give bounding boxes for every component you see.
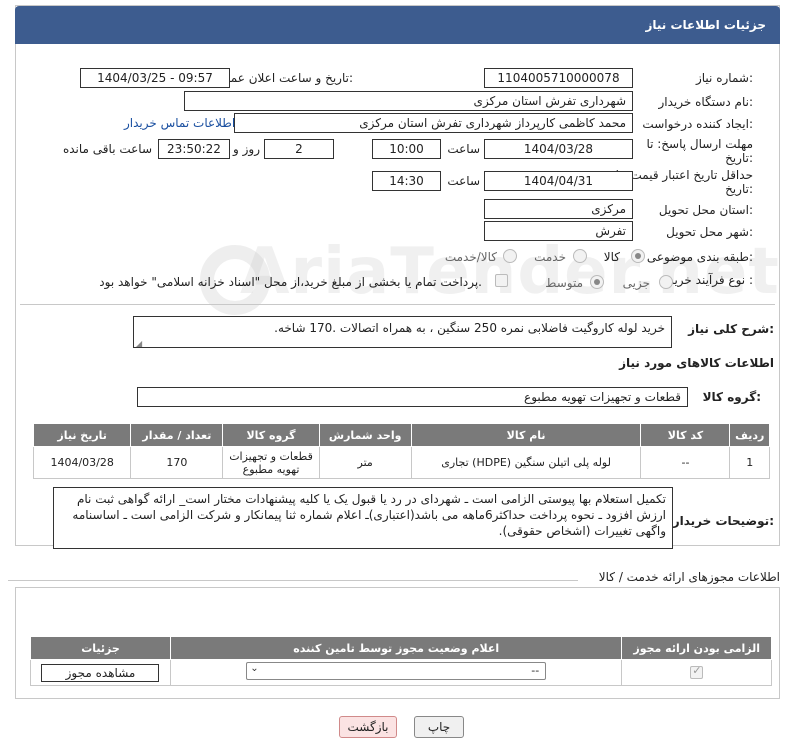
permit-status-value: -- — [531, 664, 540, 677]
category-both-label: کالا/خدمت — [444, 250, 497, 264]
divider — [20, 304, 775, 305]
permits-section-title: اطلاعات مجوزهای ارائه خدمت / کالا — [598, 570, 780, 584]
permits-table: الزامی بودن ارائه مجوز اعلام وضعیت مجوز … — [30, 636, 772, 686]
col-date: تاریخ نیاز — [32, 423, 132, 447]
cell-qty: 170 — [130, 446, 224, 479]
cell-date: 1404/03/28 — [32, 446, 132, 479]
cell-row: 1 — [729, 446, 770, 479]
buyer-org-label: نام دستگاه خریدار: — [658, 95, 754, 109]
need-number-field: 1104005710000078 — [484, 68, 633, 88]
back-button[interactable]: بازگشت — [339, 716, 397, 738]
permits-table-wrap: الزامی بودن ارائه مجوز اعلام وضعیت مجوز … — [30, 636, 772, 686]
category-service-label: خدمت — [534, 250, 566, 264]
resize-handle-icon: ◢ — [136, 339, 143, 348]
remaining-time-field: 23:50:22 — [158, 139, 230, 159]
permit-status-select[interactable]: ⌄ -- — [246, 662, 547, 680]
col-status: اعلام وضعیت مجوز توسط تامین کننده — [169, 636, 623, 660]
cell-code: -- — [640, 446, 731, 479]
price-validity-time-field: 14:30 — [372, 171, 441, 191]
cell-status: ⌄ -- — [169, 659, 623, 686]
days-label: روز و — [233, 142, 260, 156]
deadline-time-field: 10:00 — [372, 139, 441, 159]
col-details: جزئیات — [30, 636, 171, 660]
permits-divider — [8, 580, 578, 581]
province-field: مرکزی — [484, 199, 633, 219]
cell-unit: متر — [318, 446, 412, 479]
col-unit: واحد شمارش — [318, 423, 412, 447]
creator-field: محمد کاظمی کارپرداز شهرداری تفرش استان م… — [234, 113, 633, 133]
deadline-label: مهلت ارسال پاسخ: تا تاریخ: — [646, 137, 753, 165]
city-label: شهر محل تحویل: — [666, 225, 753, 239]
watermark: AriaTender.net — [240, 235, 780, 309]
price-validity-label: حداقل تاریخ اعتبار قیمت: تا تاریخ: — [615, 168, 753, 196]
buyer-org-field: شهرداری تفرش استان مرکزی — [184, 91, 633, 111]
category-label: طبقه بندی موضوعی: — [646, 250, 753, 264]
purchase-medium-label: متوسط — [545, 276, 583, 290]
purchase-minor-label: جزیی — [622, 276, 650, 290]
table-row: 1 -- لوله پلی اتیلن سنگین (HDPE) تجاری م… — [32, 446, 770, 479]
category-both-radio[interactable] — [503, 249, 517, 263]
announce-field: 1404/03/25 - 09:57 — [80, 68, 230, 88]
category-goods-radio[interactable] — [631, 249, 645, 263]
col-name: نام کالا — [410, 423, 642, 447]
remaining-label: ساعت باقی مانده — [62, 142, 152, 156]
goods-section-title: اطلاعات کالاهای مورد نیاز — [619, 356, 774, 370]
required-checkbox: ✓ — [690, 664, 704, 680]
chevron-down-icon: ⌄ — [250, 663, 259, 674]
col-group: گروه کالا — [222, 423, 320, 447]
col-row: ردیف — [729, 423, 770, 447]
buyer-notes-text: تکمیل استعلام بها پیوستی الزامی است ـ شه… — [53, 487, 673, 549]
description-label: شرح کلی نیاز: — [688, 322, 774, 336]
province-label: استان محل تحویل: — [658, 203, 753, 217]
table-row: ✓ ⌄ -- مشاهده مجوز — [30, 659, 772, 686]
category-service-radio[interactable] — [573, 249, 587, 263]
treasury-payment-note: پرداخت تمام یا بخشی از مبلغ خرید،از محل … — [99, 275, 482, 289]
price-validity-date-field: 1404/04/31 — [484, 171, 633, 191]
treasury-payment-checkbox[interactable] — [495, 274, 508, 287]
permits-table-header: الزامی بودن ارائه مجوز اعلام وضعیت مجوز … — [30, 636, 772, 660]
view-permit-button[interactable]: مشاهده مجوز — [41, 663, 160, 682]
col-qty: تعداد / مقدار — [130, 423, 224, 447]
buyer-contact-link[interactable]: اطلاعات تماس خریدار — [124, 116, 235, 130]
col-code: کد کالا — [640, 423, 731, 447]
cell-name: لوله پلی اتیلن سنگین (HDPE) تجاری — [410, 446, 642, 479]
cell-group: قطعات و تجهیزات تهویه مطبوع — [222, 446, 320, 479]
cell-required: ✓ — [621, 659, 772, 686]
goods-table: ردیف کد کالا نام کالا واحد شمارش گروه کا… — [32, 423, 770, 479]
panel-header: جزئیات اطلاعات نیاز — [15, 6, 780, 44]
creator-label: ایجاد کننده درخواست: — [642, 117, 753, 131]
goods-table-wrap: ردیف کد کالا نام کالا واحد شمارش گروه کا… — [32, 423, 770, 479]
page-title: جزئیات اطلاعات نیاز — [645, 18, 766, 32]
checkmark-icon: ✓ — [692, 664, 702, 678]
description-text: خرید لوله کاروگیت فاضلابی نمره 250 سنگین… — [133, 316, 672, 348]
purchase-type-label: نوع فرآیند خرید : — [668, 273, 753, 287]
days-field: 2 — [264, 139, 334, 159]
deadline-date-field: 1404/03/28 — [484, 139, 633, 159]
city-field: تفرش — [484, 221, 633, 241]
goods-group-label: گروه کالا: — [702, 390, 761, 404]
cell-details: مشاهده مجوز — [30, 659, 171, 686]
purchase-medium-radio[interactable] — [590, 275, 604, 289]
deadline-time-label: ساعت — [447, 142, 480, 156]
need-number-label: شماره نیاز: — [695, 71, 753, 85]
price-validity-time-label: ساعت — [447, 174, 480, 188]
col-required: الزامی بودن ارائه مجوز — [621, 636, 772, 660]
goods-table-header: ردیف کد کالا نام کالا واحد شمارش گروه کا… — [32, 423, 770, 447]
category-goods-label: کالا — [603, 250, 620, 264]
buyer-notes-label: توضیحات خریدار: — [672, 514, 774, 528]
purchase-minor-radio[interactable] — [659, 275, 673, 289]
print-button[interactable]: چاپ — [414, 716, 464, 738]
goods-group-field: قطعات و تجهیزات تهویه مطبوع — [137, 387, 688, 407]
